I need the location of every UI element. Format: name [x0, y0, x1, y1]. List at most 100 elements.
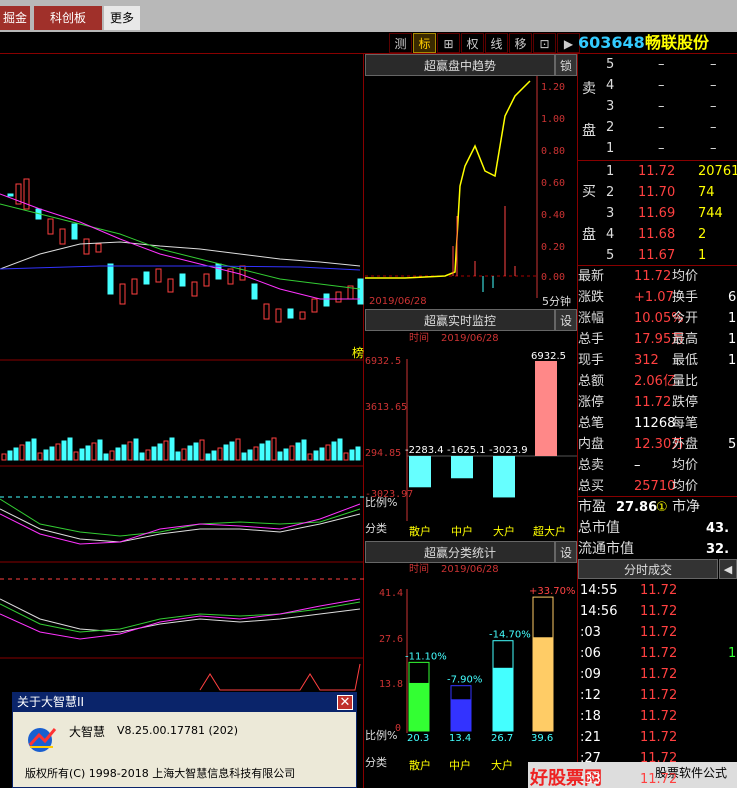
trade-row[interactable]: :21 11.72	[578, 727, 737, 748]
quote-row[interactable]: 总卖 – 均价	[578, 455, 737, 476]
volume-bar	[187, 445, 193, 461]
time: :12	[580, 688, 601, 703]
measure-button[interactable]: 测	[389, 33, 412, 53]
stats-settings-button[interactable]: 设	[555, 541, 577, 563]
buy-row[interactable]: 3 11.69 744	[578, 203, 737, 224]
buy-row[interactable]: 2 11.70 74	[578, 182, 737, 203]
quote-row[interactable]: 总额 2.06亿 量比	[578, 371, 737, 392]
trend-tick: 0.00	[541, 272, 565, 283]
rights-button[interactable]: 权	[461, 33, 484, 53]
window-button[interactable]: ⊡	[533, 33, 556, 53]
trend-tick: 0.40	[541, 210, 565, 221]
time: :09	[580, 667, 601, 682]
monitor-bar	[535, 361, 557, 456]
candle	[119, 283, 126, 305]
quote-row[interactable]: 涨停 11.72 跌停	[578, 392, 737, 413]
volume-bar	[313, 450, 319, 461]
volume-bar	[169, 437, 175, 461]
volume-bar	[355, 446, 361, 461]
grid-button[interactable]: ⊞	[437, 33, 460, 53]
tab-star-market[interactable]: 科创板	[34, 6, 102, 30]
mcap-label: 总市值	[578, 520, 620, 536]
pe-value: 27.86	[616, 500, 658, 515]
buy-row[interactable]: 5 11.67 1	[578, 245, 737, 266]
value: 25710	[634, 479, 676, 494]
sell-row[interactable]: 5 – –	[578, 54, 737, 75]
quote-row[interactable]: 内盘 12.30万 外盘 5	[578, 434, 737, 455]
price: 11.67	[638, 248, 676, 263]
volume-bar	[1, 453, 7, 461]
trade-row[interactable]: :33 11.72	[578, 769, 737, 788]
tab-gold[interactable]: 掘金	[0, 6, 30, 30]
quote-row[interactable]: 总手 17.95万 最高 1	[578, 329, 737, 350]
sell-row[interactable]: 1 – –	[578, 138, 737, 159]
buy-row[interactable]: 4 11.68 2	[578, 224, 737, 245]
sell-row[interactable]: 4 – –	[578, 75, 737, 96]
about-dialog[interactable]: 关于大智慧II ✕ 大智慧 V8.25.00.17781 (202) 版权所有(…	[12, 692, 357, 788]
quote-row[interactable]: 总买 25710 均价	[578, 476, 737, 497]
volume-bar	[193, 442, 199, 461]
volume-bar	[175, 451, 181, 461]
quote-row[interactable]: 现手 312 最低 1	[578, 350, 737, 371]
sell-row[interactable]: 2 – –	[578, 117, 737, 138]
monitor-bar	[493, 456, 515, 498]
trade-row[interactable]: :06 11.72 1	[578, 643, 737, 664]
kline-chart[interactable]	[0, 54, 364, 788]
lock-button[interactable]: 锁	[555, 54, 577, 76]
mark-button[interactable]: 标	[413, 33, 436, 53]
quote-row[interactable]: 总笔 11268 每笔	[578, 413, 737, 434]
dzh-logo-icon	[28, 728, 57, 752]
volume-bar	[349, 449, 355, 461]
volume: –	[710, 78, 717, 93]
trades-title[interactable]: 分时成交	[578, 559, 718, 579]
volume: 1	[728, 646, 737, 661]
stats-tick: 13.8	[379, 679, 403, 690]
trade-row[interactable]: :12 11.72	[578, 685, 737, 706]
volume-bar	[73, 451, 79, 461]
stats-title: 超赢分类统计	[365, 541, 555, 563]
stats-tick: 41.4	[379, 588, 403, 599]
monitor-ratio-label: 比例%	[365, 495, 397, 509]
expand-button[interactable]: ▶	[557, 33, 580, 53]
trade-row[interactable]: :18 11.72	[578, 706, 737, 727]
volume-bar	[109, 450, 115, 461]
pe-label: 市盈	[578, 499, 606, 515]
volume-bar	[265, 440, 271, 461]
volume-bar	[277, 451, 283, 461]
candle	[167, 278, 174, 293]
volume-bar	[13, 447, 19, 461]
quote-row[interactable]: 涨幅 10.05% 今开 1	[578, 308, 737, 329]
close-icon[interactable]: ✕	[337, 695, 353, 710]
volume-bar	[67, 437, 73, 461]
line-button[interactable]: 线	[485, 33, 508, 53]
quote-row[interactable]: 最新 11.72 均价	[578, 266, 737, 287]
trade-row[interactable]: 14:56 11.72	[578, 601, 737, 622]
move-button[interactable]: 移	[509, 33, 532, 53]
candle	[143, 271, 150, 285]
volume-bar	[343, 452, 349, 461]
level: 5	[606, 57, 615, 72]
label2: 均价	[672, 458, 699, 473]
trend-period[interactable]: 5分钟	[542, 293, 571, 309]
trend-tick: 0.60	[541, 178, 565, 189]
tab-more[interactable]: 更多	[104, 6, 140, 30]
stats-ratio-label: 比例%	[365, 728, 397, 742]
trade-row[interactable]: :09 11.72	[578, 664, 737, 685]
trade-row[interactable]: :27 11.72	[578, 748, 737, 769]
volume-bar	[163, 440, 169, 461]
kline-chart-panel[interactable]	[0, 54, 364, 788]
price: 11.72	[640, 709, 678, 724]
quote-row[interactable]: 涨跌 +1.07 换手 6	[578, 287, 737, 308]
buy-row[interactable]: 1 11.72 20761	[578, 161, 737, 182]
label: 涨停	[578, 395, 605, 410]
about-version: V8.25.00.17781 (202)	[117, 724, 239, 737]
sell-row[interactable]: 3 – –	[578, 96, 737, 117]
monitor-settings-button[interactable]: 设	[555, 309, 577, 331]
trend-tick: 1.00	[541, 114, 565, 125]
trades-scroll-icon[interactable]: ◀	[719, 559, 737, 579]
stats-pct: +33.70%	[529, 586, 576, 597]
price: 11.70	[638, 185, 676, 200]
volume-bar	[43, 449, 49, 461]
trade-row[interactable]: :03 11.72	[578, 622, 737, 643]
trade-row[interactable]: 14:55 11.72	[578, 580, 737, 601]
